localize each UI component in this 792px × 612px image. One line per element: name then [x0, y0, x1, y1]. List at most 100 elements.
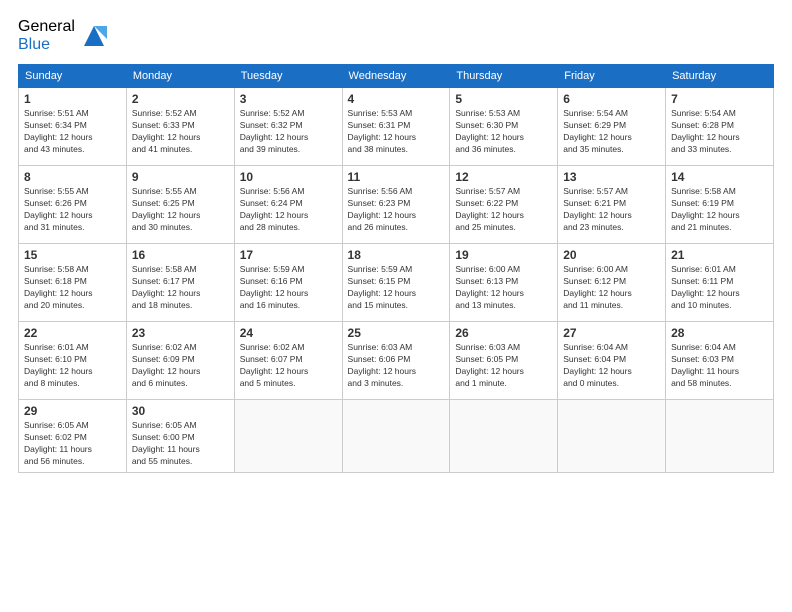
calendar-cell: 12Sunrise: 5:57 AM Sunset: 6:22 PM Dayli…	[450, 166, 558, 244]
calendar-cell	[666, 400, 774, 473]
page: General Blue SundayMondayTuesdayWednesda…	[0, 0, 792, 612]
day-number: 30	[132, 404, 229, 418]
day-number: 7	[671, 92, 768, 106]
day-info: Sunrise: 6:02 AM Sunset: 6:09 PM Dayligh…	[132, 342, 229, 390]
day-number: 26	[455, 326, 552, 340]
day-number: 2	[132, 92, 229, 106]
day-number: 19	[455, 248, 552, 262]
day-info: Sunrise: 6:04 AM Sunset: 6:03 PM Dayligh…	[671, 342, 768, 390]
day-info: Sunrise: 5:53 AM Sunset: 6:31 PM Dayligh…	[348, 108, 445, 156]
day-number: 5	[455, 92, 552, 106]
calendar-cell: 5 Sunrise: 5:53 AM Sunset: 6:30 PM Daylig…	[450, 88, 558, 166]
day-number: 3	[240, 92, 337, 106]
day-number: 17	[240, 248, 337, 262]
calendar-cell: 13Sunrise: 5:57 AM Sunset: 6:21 PM Dayli…	[558, 166, 666, 244]
day-number: 13	[563, 170, 660, 184]
day-info: Sunrise: 5:58 AM Sunset: 6:18 PM Dayligh…	[24, 264, 121, 312]
calendar-cell: 26 Sunrise: 6:03 AM Sunset: 6:05 PM Dayli…	[450, 322, 558, 400]
calendar-cell	[558, 400, 666, 473]
calendar-week-4: 22 Sunrise: 6:01 AM Sunset: 6:10 PM Dayli…	[19, 322, 774, 400]
day-info: Sunrise: 6:03 AM Sunset: 6:06 PM Dayligh…	[348, 342, 445, 390]
day-info: Sunrise: 6:05 AM Sunset: 6:00 PM Dayligh…	[132, 420, 229, 468]
calendar-cell: 28 Sunrise: 6:04 AM Sunset: 6:03 PM Dayli…	[666, 322, 774, 400]
day-info: Sunrise: 6:02 AM Sunset: 6:07 PM Dayligh…	[240, 342, 337, 390]
weekday-header-tuesday: Tuesday	[234, 65, 342, 88]
day-number: 1	[24, 92, 121, 106]
calendar-week-1: 1 Sunrise: 5:51 AM Sunset: 6:34 PM Daylig…	[19, 88, 774, 166]
calendar-cell: 17 Sunrise: 5:59 AM Sunset: 6:16 PM Dayli…	[234, 244, 342, 322]
day-number: 9	[132, 170, 229, 184]
day-info: Sunrise: 6:01 AM Sunset: 6:10 PM Dayligh…	[24, 342, 121, 390]
day-info: Sunrise: 6:05 AM Sunset: 6:02 PM Dayligh…	[24, 420, 121, 468]
calendar-cell: 30 Sunrise: 6:05 AM Sunset: 6:00 PM Dayli…	[126, 400, 234, 473]
day-number: 11	[348, 170, 445, 184]
calendar-cell: 2 Sunrise: 5:52 AM Sunset: 6:33 PM Daylig…	[126, 88, 234, 166]
calendar-cell: 19 Sunrise: 6:00 AM Sunset: 6:13 PM Dayli…	[450, 244, 558, 322]
calendar-week-3: 15 Sunrise: 5:58 AM Sunset: 6:18 PM Dayli…	[19, 244, 774, 322]
calendar: SundayMondayTuesdayWednesdayThursdayFrid…	[18, 64, 774, 473]
logo: General Blue	[18, 18, 109, 54]
day-number: 6	[563, 92, 660, 106]
day-info: Sunrise: 5:55 AM Sunset: 6:25 PM Dayligh…	[132, 186, 229, 234]
day-info: Sunrise: 6:01 AM Sunset: 6:11 PM Dayligh…	[671, 264, 768, 312]
day-info: Sunrise: 6:00 AM Sunset: 6:13 PM Dayligh…	[455, 264, 552, 312]
calendar-cell: 24Sunrise: 6:02 AM Sunset: 6:07 PM Dayli…	[234, 322, 342, 400]
weekday-header-wednesday: Wednesday	[342, 65, 450, 88]
calendar-cell: 21 Sunrise: 6:01 AM Sunset: 6:11 PM Dayli…	[666, 244, 774, 322]
day-info: Sunrise: 6:03 AM Sunset: 6:05 PM Dayligh…	[455, 342, 552, 390]
calendar-cell: 6 Sunrise: 5:54 AM Sunset: 6:29 PM Daylig…	[558, 88, 666, 166]
calendar-cell: 25Sunrise: 6:03 AM Sunset: 6:06 PM Dayli…	[342, 322, 450, 400]
weekday-header-friday: Friday	[558, 65, 666, 88]
day-info: Sunrise: 5:59 AM Sunset: 6:15 PM Dayligh…	[348, 264, 445, 312]
weekday-header-thursday: Thursday	[450, 65, 558, 88]
calendar-cell: 8Sunrise: 5:55 AM Sunset: 6:26 PM Daylig…	[19, 166, 127, 244]
calendar-cell: 20 Sunrise: 6:00 AM Sunset: 6:12 PM Dayli…	[558, 244, 666, 322]
day-info: Sunrise: 5:55 AM Sunset: 6:26 PM Dayligh…	[24, 186, 121, 234]
day-info: Sunrise: 5:51 AM Sunset: 6:34 PM Dayligh…	[24, 108, 121, 156]
day-number: 4	[348, 92, 445, 106]
day-info: Sunrise: 5:58 AM Sunset: 6:19 PM Dayligh…	[671, 186, 768, 234]
weekday-header-sunday: Sunday	[19, 65, 127, 88]
calendar-cell: 11 Sunrise: 5:56 AM Sunset: 6:23 PM Dayli…	[342, 166, 450, 244]
calendar-cell: 4 Sunrise: 5:53 AM Sunset: 6:31 PM Daylig…	[342, 88, 450, 166]
header: General Blue	[18, 18, 774, 54]
calendar-header-row: SundayMondayTuesdayWednesdayThursdayFrid…	[19, 65, 774, 88]
calendar-week-5: 29 Sunrise: 6:05 AM Sunset: 6:02 PM Dayli…	[19, 400, 774, 473]
day-info: Sunrise: 5:56 AM Sunset: 6:23 PM Dayligh…	[348, 186, 445, 234]
day-number: 29	[24, 404, 121, 418]
day-number: 15	[24, 248, 121, 262]
day-number: 28	[671, 326, 768, 340]
day-info: Sunrise: 5:54 AM Sunset: 6:29 PM Dayligh…	[563, 108, 660, 156]
day-number: 10	[240, 170, 337, 184]
logo-icon	[79, 21, 109, 51]
calendar-cell: 16Sunrise: 5:58 AM Sunset: 6:17 PM Dayli…	[126, 244, 234, 322]
day-info: Sunrise: 5:54 AM Sunset: 6:28 PM Dayligh…	[671, 108, 768, 156]
logo-blue: Blue	[18, 36, 75, 54]
weekday-header-monday: Monday	[126, 65, 234, 88]
day-number: 22	[24, 326, 121, 340]
calendar-cell: 9 Sunrise: 5:55 AM Sunset: 6:25 PM Daylig…	[126, 166, 234, 244]
calendar-cell: 1 Sunrise: 5:51 AM Sunset: 6:34 PM Daylig…	[19, 88, 127, 166]
day-number: 20	[563, 248, 660, 262]
day-number: 27	[563, 326, 660, 340]
calendar-cell: 3 Sunrise: 5:52 AM Sunset: 6:32 PM Daylig…	[234, 88, 342, 166]
calendar-cell: 29 Sunrise: 6:05 AM Sunset: 6:02 PM Dayli…	[19, 400, 127, 473]
calendar-cell: 15 Sunrise: 5:58 AM Sunset: 6:18 PM Dayli…	[19, 244, 127, 322]
day-info: Sunrise: 5:52 AM Sunset: 6:32 PM Dayligh…	[240, 108, 337, 156]
calendar-cell	[342, 400, 450, 473]
calendar-body: 1 Sunrise: 5:51 AM Sunset: 6:34 PM Daylig…	[19, 88, 774, 473]
day-number: 18	[348, 248, 445, 262]
calendar-cell: 18 Sunrise: 5:59 AM Sunset: 6:15 PM Dayli…	[342, 244, 450, 322]
day-info: Sunrise: 6:00 AM Sunset: 6:12 PM Dayligh…	[563, 264, 660, 312]
calendar-cell	[234, 400, 342, 473]
day-number: 21	[671, 248, 768, 262]
calendar-cell: 27 Sunrise: 6:04 AM Sunset: 6:04 PM Dayli…	[558, 322, 666, 400]
day-info: Sunrise: 5:53 AM Sunset: 6:30 PM Dayligh…	[455, 108, 552, 156]
day-info: Sunrise: 5:59 AM Sunset: 6:16 PM Dayligh…	[240, 264, 337, 312]
weekday-header-saturday: Saturday	[666, 65, 774, 88]
calendar-cell: 14Sunrise: 5:58 AM Sunset: 6:19 PM Dayli…	[666, 166, 774, 244]
calendar-cell: 10Sunrise: 5:56 AM Sunset: 6:24 PM Dayli…	[234, 166, 342, 244]
day-info: Sunrise: 6:04 AM Sunset: 6:04 PM Dayligh…	[563, 342, 660, 390]
day-info: Sunrise: 5:52 AM Sunset: 6:33 PM Dayligh…	[132, 108, 229, 156]
calendar-week-2: 8Sunrise: 5:55 AM Sunset: 6:26 PM Daylig…	[19, 166, 774, 244]
